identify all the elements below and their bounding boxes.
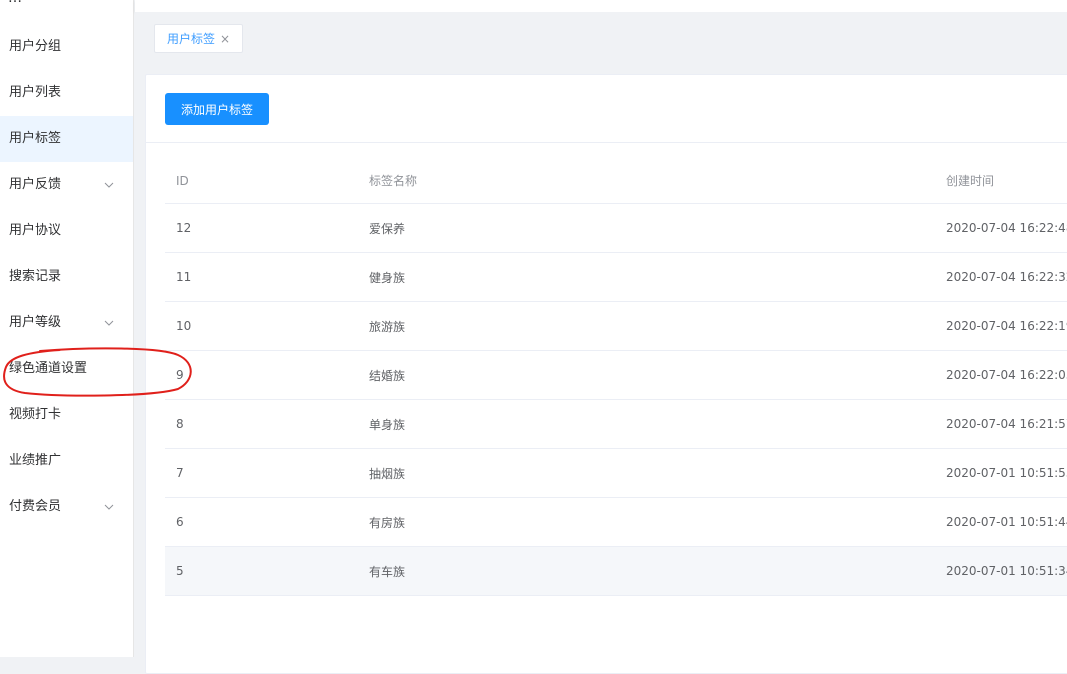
sidebar-item-user-agreement[interactable]: 用户协议 bbox=[0, 208, 133, 254]
table-row[interactable]: 11 健身族 2020-07-04 16:22:32 bbox=[165, 253, 1067, 302]
cell-id: 10 bbox=[176, 319, 192, 333]
cell-id: 12 bbox=[176, 221, 192, 235]
cell-created-time: 2020-07-04 16:22:48 bbox=[946, 221, 1067, 235]
table-row[interactable]: 8 单身族 2020-07-04 16:21:57 bbox=[165, 400, 1067, 449]
cell-created-time: 2020-07-01 10:51:44 bbox=[946, 515, 1067, 529]
table-row[interactable]: 9 结婚族 2020-07-04 16:22:03 bbox=[165, 351, 1067, 400]
sidebar-item-label: 用户列表 bbox=[9, 85, 62, 100]
cell-id: 9 bbox=[176, 368, 184, 382]
cell-name: 旅游族 bbox=[369, 319, 406, 334]
add-user-tag-button[interactable]: 添加用户标签 bbox=[165, 93, 270, 125]
table-row[interactable]: 10 旅游族 2020-07-04 16:22:19 bbox=[165, 302, 1067, 351]
sidebar-item-label: 用户反馈 bbox=[9, 177, 62, 192]
sidebar-item-label: 搜索记录 bbox=[9, 269, 62, 284]
sidebar-item-paid-members[interactable]: 付费会员 bbox=[0, 484, 133, 530]
cell-name: 抽烟族 bbox=[369, 466, 406, 481]
tab-user-tags[interactable]: 用户标签 × bbox=[154, 24, 244, 53]
sidebar-item-label: 用户标签 bbox=[9, 131, 62, 146]
cell-name: 健身族 bbox=[369, 270, 406, 285]
cell-name: 爱保养 bbox=[369, 221, 406, 236]
sidebar-item-label: 付费会员 bbox=[9, 499, 62, 514]
chevron-down-icon bbox=[104, 484, 114, 530]
cell-name: 单身族 bbox=[369, 417, 406, 432]
sidebar-item-label: 用户分组 bbox=[9, 39, 62, 54]
sidebar-item-label: 视频打卡 bbox=[9, 407, 62, 422]
sidebar-item-user-groups[interactable]: 用户分组 bbox=[0, 24, 133, 70]
cell-name: 结婚族 bbox=[369, 368, 406, 383]
cell-created-time: 2020-07-04 16:21:57 bbox=[946, 417, 1067, 431]
column-header-name[interactable]: 标签名称 bbox=[369, 158, 417, 203]
table-header-row: ID 标签名称 创建时间 bbox=[165, 158, 1067, 204]
sidebar: … 用户分组 用户列表 用户标签 用户反馈 用户协议 搜索记录 用户等级 绿色通… bbox=[0, 0, 134, 657]
column-header-id[interactable]: ID bbox=[176, 158, 189, 203]
sidebar-item-label: 绿色通道设置 bbox=[9, 361, 88, 376]
chevron-down-icon bbox=[104, 300, 114, 346]
cell-id: 7 bbox=[176, 466, 184, 480]
cell-id: 6 bbox=[176, 515, 184, 529]
cell-id: 5 bbox=[176, 564, 184, 578]
sidebar-item-label: 用户等级 bbox=[9, 315, 62, 330]
cell-id: 11 bbox=[176, 270, 192, 284]
sidebar-item-performance-promotion[interactable]: 业绩推广 bbox=[0, 438, 133, 484]
cell-created-time: 2020-07-01 10:51:53 bbox=[946, 466, 1067, 480]
column-header-created-time[interactable]: 创建时间 bbox=[946, 158, 994, 203]
sidebar-item-search-records[interactable]: 搜索记录 bbox=[0, 254, 133, 300]
cell-name: 有房族 bbox=[369, 515, 406, 530]
tags-table: ID 标签名称 创建时间 12 爱保养 2020-07-04 16:22:48 … bbox=[165, 158, 1067, 596]
close-icon[interactable]: × bbox=[220, 33, 230, 45]
cell-name: 有车族 bbox=[369, 564, 406, 579]
sidebar-item-video-checkin[interactable]: 视频打卡 bbox=[0, 392, 133, 438]
chevron-down-icon bbox=[104, 162, 114, 208]
cell-created-time: 2020-07-04 16:22:03 bbox=[946, 368, 1067, 382]
card-toolbar: 添加用户标签 bbox=[146, 75, 1067, 143]
cell-created-time: 2020-07-04 16:22:32 bbox=[946, 270, 1067, 284]
cell-created-time: 2020-07-01 10:51:34 bbox=[946, 564, 1067, 578]
tab-label: 用户标签 bbox=[167, 32, 216, 46]
sidebar-cut-title: … bbox=[8, 0, 48, 4]
sidebar-item-user-levels[interactable]: 用户等级 bbox=[0, 300, 133, 346]
table-row[interactable]: 12 爱保养 2020-07-04 16:22:48 bbox=[165, 204, 1067, 253]
cell-created-time: 2020-07-04 16:22:19 bbox=[946, 319, 1067, 333]
table-row[interactable]: 5 有车族 2020-07-01 10:51:34 bbox=[165, 547, 1067, 596]
sidebar-item-user-feedback[interactable]: 用户反馈 bbox=[0, 162, 133, 208]
sidebar-item-label: 业绩推广 bbox=[9, 453, 62, 468]
sidebar-item-label: 用户协议 bbox=[9, 223, 62, 238]
tabs-bar: 用户标签 × bbox=[135, 12, 1067, 64]
table-row[interactable]: 7 抽烟族 2020-07-01 10:51:53 bbox=[165, 449, 1067, 498]
sidebar-item-user-list[interactable]: 用户列表 bbox=[0, 70, 133, 116]
sidebar-item-green-channel[interactable]: 绿色通道设置 bbox=[0, 346, 133, 392]
sidebar-item-user-tags[interactable]: 用户标签 bbox=[0, 116, 133, 162]
table-row[interactable]: 6 有房族 2020-07-01 10:51:44 bbox=[165, 498, 1067, 547]
cell-id: 8 bbox=[176, 417, 184, 431]
content-card: 添加用户标签 ID 标签名称 创建时间 12 爱保养 2020-07-04 16… bbox=[145, 74, 1067, 674]
top-header bbox=[135, 0, 1067, 12]
